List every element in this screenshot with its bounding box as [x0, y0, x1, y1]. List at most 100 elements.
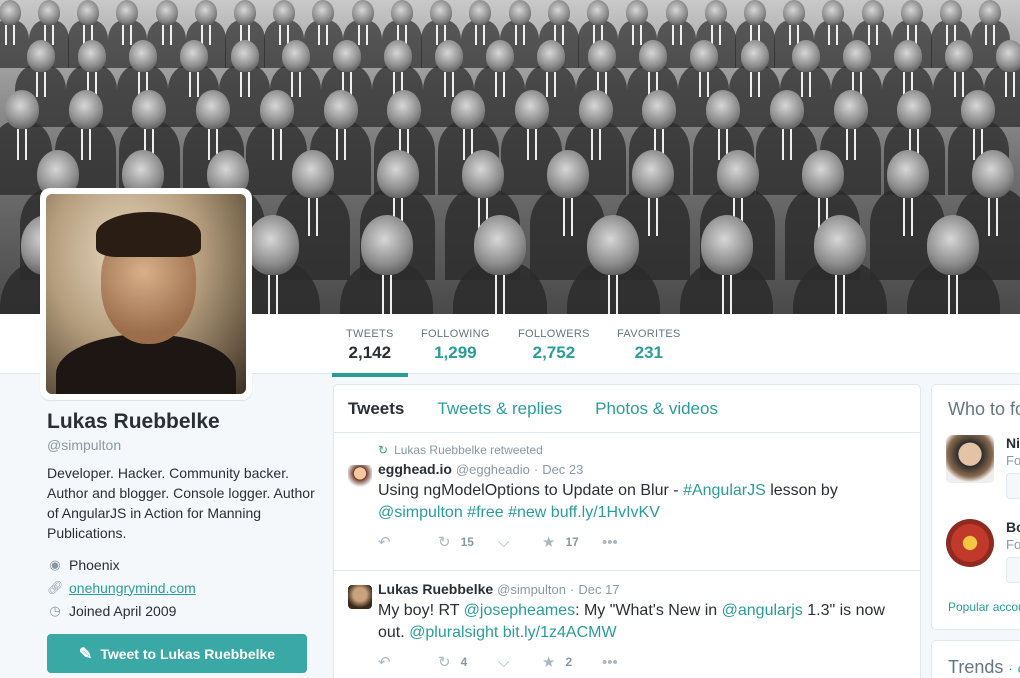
mention-link[interactable]: @angularjs [722, 602, 803, 619]
mention-link[interactable]: @pluralsight [409, 624, 498, 641]
pocket-button[interactable]: ⌵ [498, 654, 542, 671]
nav-tweets[interactable]: TWEETS 2,142 [332, 328, 408, 377]
crowd-head [273, 0, 296, 26]
reply-button[interactable]: ↶ [378, 653, 438, 671]
crowd-head [700, 215, 753, 275]
tab-tweets-replies[interactable]: Tweets & replies [437, 399, 562, 419]
hashtag-link[interactable]: #free [467, 504, 503, 521]
favorite-count: 17 [565, 535, 579, 549]
nav-followers[interactable]: FOLLOWERS 2,752 [518, 328, 590, 363]
tweet-item[interactable]: Lukas Ruebbelke @simpulton · Dec 17 My b… [334, 571, 920, 678]
link-icon: 🔗︎ [47, 579, 64, 595]
retweet-icon: ↻ [378, 443, 389, 457]
location-pin-icon: ◉ [49, 556, 61, 572]
trends-separator: · [1008, 661, 1013, 676]
crowd-head [961, 90, 996, 130]
suggested-user[interactable]: Bo Fo [946, 519, 1020, 583]
retweet-count: 4 [460, 655, 468, 669]
crowd-head [469, 0, 492, 26]
crowd-lanyard [608, 274, 619, 314]
crowd-head [474, 215, 526, 275]
hashtag-link[interactable]: #new [508, 504, 546, 521]
tweet-timestamp[interactable]: Dec 23 [542, 462, 583, 477]
tweet-item[interactable]: ↻ Lukas Ruebbelke retweeted egghead.io @… [334, 433, 920, 571]
crowd-lanyard [632, 25, 643, 46]
suggested-user-avatar[interactable] [946, 519, 994, 567]
suggested-user[interactable]: Nic Fo [946, 435, 1020, 499]
crowd-lanyard [800, 72, 811, 98]
crowd-head [547, 0, 570, 26]
follow-button[interactable] [1006, 473, 1020, 499]
nav-following[interactable]: FOLLOWING 1,299 [421, 328, 490, 363]
retweet-button[interactable]: ↻ 15 [438, 533, 498, 551]
retweet-context: ↻ Lukas Ruebbelke retweeted [378, 443, 906, 457]
tweet-text: My boy! RT @josepheames: My "What's New … [378, 600, 906, 644]
suggested-user-name[interactable]: Nic [1006, 435, 1020, 451]
crowd-lanyard [290, 72, 301, 98]
crowd-lanyard [835, 274, 845, 314]
hashtag-link[interactable]: #AngularJS [683, 482, 766, 499]
tweet-avatar[interactable] [348, 585, 372, 609]
crowd-lanyard [357, 25, 368, 46]
tab-photos-videos[interactable]: Photos & videos [595, 399, 718, 419]
retweet-button[interactable]: ↻ 4 [438, 653, 498, 671]
mention-link[interactable]: @josepheames [464, 602, 575, 619]
crowd-lanyard [902, 198, 913, 237]
tweet-fullname[interactable]: egghead.io [378, 461, 452, 477]
tweet-handle[interactable]: @simpulton [497, 582, 566, 597]
crowd-lanyard [514, 25, 525, 46]
tweet-to-button[interactable]: ✎ Tweet to Lukas Ruebbelke [47, 634, 307, 673]
crowd-lanyard [526, 129, 537, 160]
profile-name[interactable]: Lukas Ruebbelke [47, 410, 317, 434]
crowd-head [587, 40, 616, 73]
crowd-lanyard [188, 72, 199, 98]
more-button[interactable]: ••• [602, 654, 662, 671]
crowd-head [37, 0, 60, 26]
reply-icon: ↶ [378, 654, 391, 671]
favorite-button[interactable]: ★ 2 [542, 653, 602, 671]
crowd-lanyard [381, 274, 392, 314]
crowd-head [536, 40, 565, 73]
suggested-user-avatar[interactable] [946, 435, 994, 483]
crowd-head [461, 150, 504, 199]
crowd-lanyard [562, 198, 573, 237]
popular-accounts-link[interactable]: Popular accou [948, 600, 1020, 614]
website-link[interactable]: onehungrymind.com [69, 580, 196, 596]
tab-tweets[interactable]: Tweets [348, 399, 404, 419]
nav-favorites-count: 231 [634, 343, 663, 362]
tweet-separator: · [533, 462, 539, 477]
crowd-head [861, 0, 884, 26]
crowd-lanyard [494, 72, 505, 98]
crowd-lanyard [122, 25, 133, 46]
profile-avatar-frame[interactable] [40, 188, 252, 400]
crowd-head [979, 0, 1002, 26]
crowd-head [259, 90, 294, 130]
crowd-head [0, 0, 21, 26]
reply-icon: ↶ [378, 534, 391, 551]
star-icon: ★ [542, 534, 556, 551]
follow-button[interactable] [1006, 557, 1020, 583]
crowd-head [940, 0, 963, 26]
tweet-handle[interactable]: @eggheadio [456, 462, 530, 477]
tweet-timestamp[interactable]: Dec 17 [578, 582, 619, 597]
crowd-lanyard [16, 129, 27, 160]
crowd-head [927, 215, 980, 275]
url-link[interactable]: bit.ly/1z4ACMW [503, 624, 617, 641]
tweet-to-label: Tweet to Lukas Ruebbelke [100, 645, 276, 662]
tweet-fullname[interactable]: Lukas Ruebbelke [378, 581, 493, 597]
mention-link[interactable]: @simpulton [378, 504, 463, 521]
crowd-lanyard [590, 129, 601, 160]
more-button[interactable]: ••• [602, 534, 662, 551]
suggested-user-name[interactable]: Bo [1006, 519, 1020, 535]
more-icon: ••• [602, 533, 618, 551]
crowd-head [332, 40, 361, 73]
tweet-avatar[interactable] [348, 465, 372, 489]
nav-tweets-label: TWEETS [346, 328, 394, 340]
favorite-button[interactable]: ★ 17 [542, 533, 602, 551]
nav-favorites[interactable]: FAVORITES 231 [617, 328, 681, 363]
profile-handle[interactable]: @simpulton [47, 437, 317, 453]
reply-button[interactable]: ↶ [378, 533, 438, 551]
url-link[interactable]: buff.ly/1HvIvKV [551, 504, 660, 521]
location-text: Phoenix [69, 556, 120, 573]
pocket-button[interactable]: ⌵ [498, 534, 542, 551]
